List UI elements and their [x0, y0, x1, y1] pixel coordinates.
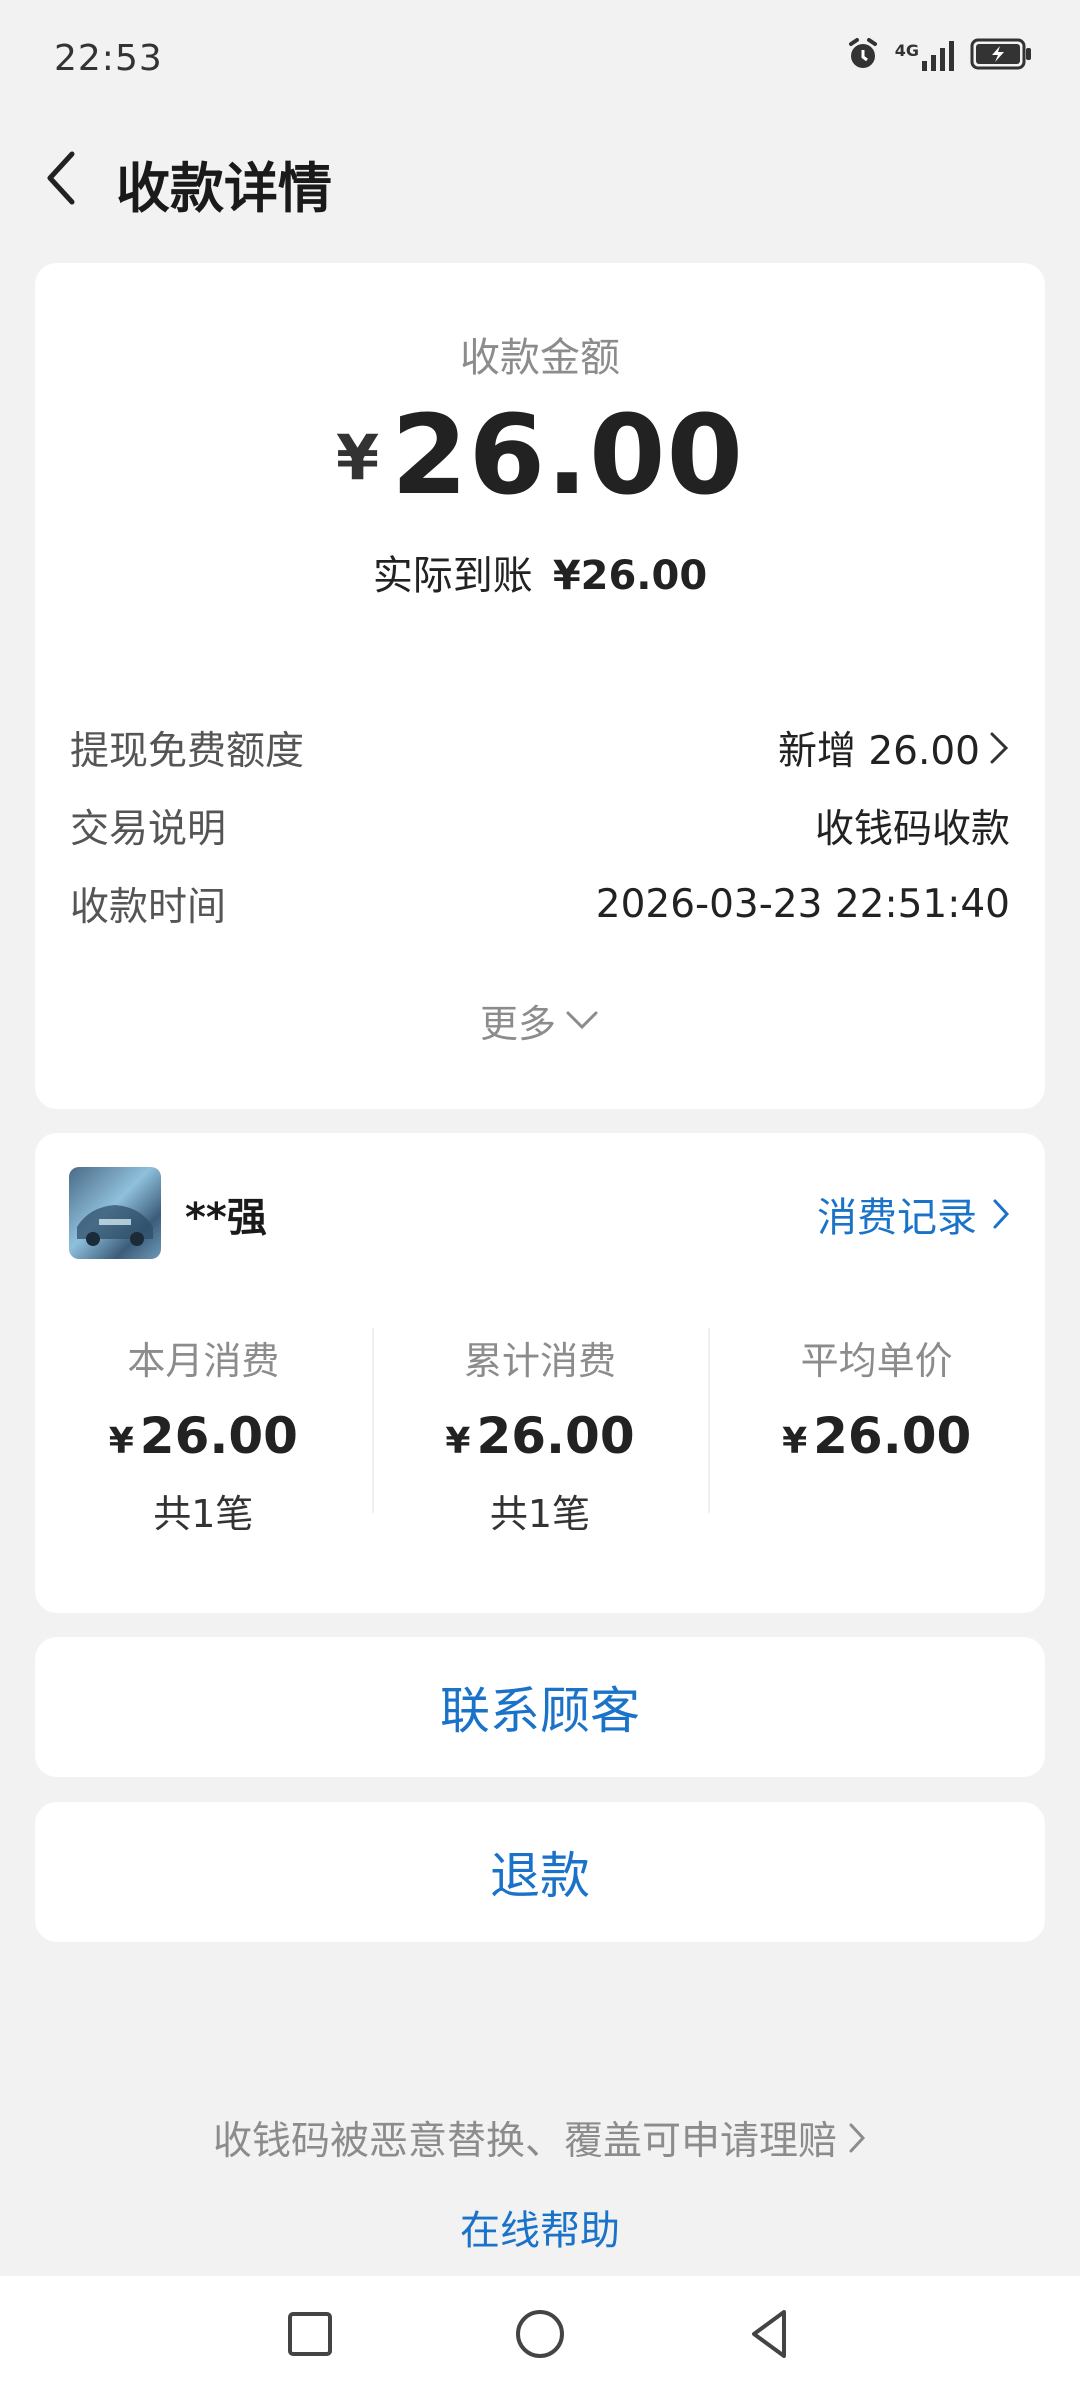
- detail-key: 收款时间: [70, 885, 227, 930]
- stat-label: 累计消费: [464, 1339, 617, 1383]
- signal-icon: 4G: [895, 41, 956, 71]
- online-help-link[interactable]: 在线帮助: [0, 2198, 1080, 2256]
- status-icons: 4G: [845, 36, 1032, 76]
- app-header: 收款详情: [0, 118, 1080, 258]
- chevron-left-icon: [47, 151, 75, 205]
- more-label: 更多: [479, 1002, 556, 1046]
- back-button[interactable]: [30, 128, 90, 228]
- customer-name: **强: [185, 1195, 267, 1241]
- battery-icon: [970, 38, 1032, 74]
- detail-row-description: 交易说明 收钱码收款: [70, 796, 1010, 856]
- refund-button[interactable]: 退款: [35, 1802, 1045, 1942]
- customer-card: **强 消费记录 本月消费 ¥26.00 共1笔 累计消费 ¥26.00 共1笔…: [35, 1133, 1045, 1613]
- currency-symbol: ¥: [108, 1421, 134, 1462]
- system-nav-bar: [0, 2276, 1080, 2388]
- stat-count: 共1笔: [153, 1492, 254, 1536]
- contact-label: 联系顾客: [440, 1682, 640, 1740]
- customer-avatar: [69, 1167, 161, 1259]
- stat-label: 平均单价: [800, 1339, 953, 1383]
- claim-link[interactable]: 收钱码被恶意替换、覆盖可申请理赔: [0, 2110, 1080, 2166]
- stat-monthly: 本月消费 ¥26.00 共1笔: [35, 1328, 372, 1536]
- detail-value: 新增 26.00: [778, 720, 1010, 776]
- back-nav-button[interactable]: [740, 2304, 800, 2364]
- stat-label: 本月消费: [127, 1339, 280, 1383]
- detail-value: 收钱码收款: [814, 807, 1010, 852]
- network-type: 4G: [894, 41, 919, 60]
- detail-value: 2026-03-23 22:51:40: [595, 881, 1010, 927]
- stat-amount: ¥26.00: [708, 1407, 1045, 1465]
- payment-summary-card: 收款金额 ¥26.00 实际到账 ¥26.00 提现免费额度 新增 26.00 交…: [35, 263, 1045, 1109]
- square-icon: [288, 2312, 332, 2356]
- stat-value: 26.00: [476, 1407, 635, 1465]
- actual-label: 实际到账: [372, 553, 533, 599]
- actual-received: 实际到账 ¥26.00: [35, 543, 1045, 601]
- records-label: 消费记录: [817, 1195, 977, 1241]
- triangle-back-icon: [752, 2310, 786, 2358]
- chevron-right-icon: [849, 2123, 866, 2153]
- stat-amount: ¥26.00: [35, 1407, 372, 1465]
- stat-total: 累计消费 ¥26.00 共1笔: [371, 1328, 709, 1536]
- home-button[interactable]: [510, 2304, 570, 2364]
- detail-row-time: 收款时间 2026-03-23 22:51:40: [70, 874, 1010, 934]
- currency-symbol: ¥: [445, 1421, 471, 1462]
- customer-stats: 本月消费 ¥26.00 共1笔 累计消费 ¥26.00 共1笔 平均单价 ¥26…: [35, 1328, 1045, 1536]
- consumption-records-link[interactable]: 消费记录: [817, 1185, 1011, 1243]
- alarm-icon: [845, 36, 881, 76]
- chevron-down-icon: [566, 1011, 598, 1029]
- amount-label: 收款金额: [460, 335, 620, 381]
- stat-average: 平均单价 ¥26.00: [708, 1328, 1045, 1528]
- recents-button[interactable]: [280, 2304, 340, 2364]
- currency-symbol: ¥: [782, 1421, 808, 1462]
- status-time: 22:53: [54, 38, 163, 79]
- stat-count: 共1笔: [489, 1492, 591, 1536]
- stat-value: 26.00: [813, 1407, 972, 1465]
- free-quota-value: 新增 26.00: [777, 729, 980, 774]
- stat-value: 26.00: [139, 1407, 298, 1465]
- refund-label: 退款: [490, 1847, 590, 1905]
- detail-key: 交易说明: [70, 807, 227, 852]
- detail-row-free-quota[interactable]: 提现免费额度 新增 26.00: [70, 718, 1010, 778]
- chevron-right-icon: [993, 1199, 1010, 1229]
- currency-symbol: ¥: [335, 421, 380, 494]
- chevron-right-icon: [990, 732, 1009, 764]
- amount-value: 26.00: [391, 391, 745, 519]
- page-title: 收款详情: [116, 157, 332, 220]
- stat-amount: ¥26.00: [372, 1407, 709, 1465]
- circle-icon: [516, 2310, 564, 2358]
- payment-amount: ¥26.00: [35, 391, 1045, 519]
- contact-customer-button[interactable]: 联系顾客: [35, 1637, 1045, 1777]
- more-toggle[interactable]: 更多: [35, 993, 1045, 1048]
- claim-text: 收钱码被恶意替换、覆盖可申请理赔: [212, 2119, 837, 2164]
- status-bar: 22:53 4G: [0, 0, 1080, 118]
- detail-key: 提现免费额度: [70, 729, 305, 774]
- actual-value: ¥26.00: [552, 553, 708, 599]
